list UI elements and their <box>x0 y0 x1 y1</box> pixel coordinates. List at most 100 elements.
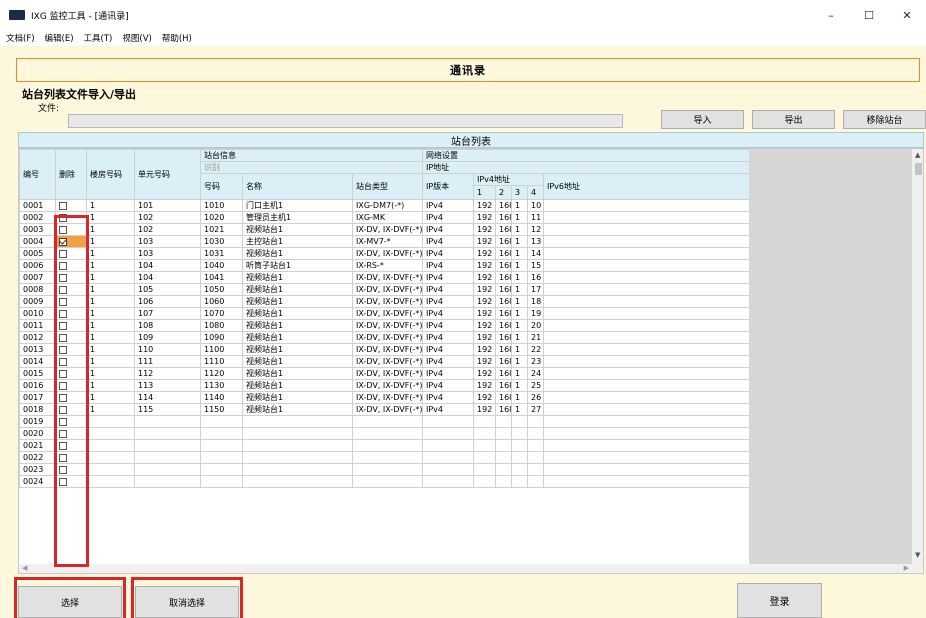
cell-delete[interactable] <box>55 283 87 296</box>
table-row[interactable]: 0010 1 107 1070 视频站台1 IX-DV, IX-DVF(-*) IPv4 19… <box>19 307 750 320</box>
table-row[interactable]: 0023 <box>19 463 750 476</box>
delete-checkbox[interactable] <box>59 285 67 294</box>
cell-delete[interactable] <box>55 391 87 404</box>
delete-checkbox[interactable] <box>59 261 67 270</box>
table-row[interactable]: 0013 1 110 1100 视频站台1 IX-DV, IX-DVF(-*) IPv4 19… <box>19 343 750 356</box>
cell-delete[interactable] <box>55 343 87 356</box>
delete-checkbox[interactable] <box>59 465 67 474</box>
table-row[interactable]: 0014 1 111 1110 视频站台1 IX-DV, IX-DVF(-*) IPv4 19… <box>19 355 750 368</box>
header-ip-version: IP版本 <box>422 173 474 200</box>
delete-checkbox[interactable] <box>59 405 67 414</box>
cell-octet-2 <box>495 439 512 452</box>
cell-delete[interactable] <box>55 271 87 284</box>
table-row[interactable]: 0018 1 115 1150 视频站台1 IX-DV, IX-DVF(-*) IPv4 19… <box>19 403 750 416</box>
cell-delete[interactable] <box>55 439 87 452</box>
menu-help[interactable]: 帮助(H) <box>162 32 192 44</box>
menu-view[interactable]: 视图(V) <box>122 32 151 44</box>
cell-number: 0023 <box>19 463 56 476</box>
cell-delete[interactable] <box>55 403 87 416</box>
cell-unit: 107 <box>134 307 201 320</box>
delete-checkbox[interactable] <box>59 273 67 282</box>
table-row[interactable]: 0009 1 106 1060 视频站台1 IX-DV, IX-DVF(-*) IPv4 19… <box>19 295 750 308</box>
cell-delete[interactable] <box>55 295 87 308</box>
cell-delete[interactable] <box>55 367 87 380</box>
delete-checkbox[interactable] <box>59 345 67 354</box>
table-row[interactable]: 0008 1 105 1050 视频站台1 IX-DV, IX-DVF(-*) IPv4 19… <box>19 283 750 296</box>
cell-delete[interactable] <box>55 331 87 344</box>
cell-delete[interactable] <box>55 211 87 224</box>
select-button[interactable]: 选择 <box>18 586 122 618</box>
cell-type: IX-DV, IX-DVF(-*) <box>352 343 423 356</box>
delete-checkbox[interactable] <box>59 441 67 450</box>
delete-checkbox[interactable] <box>59 453 67 462</box>
delete-checkbox[interactable] <box>59 297 67 306</box>
table-row[interactable]: 0017 1 114 1140 视频站台1 IX-DV, IX-DVF(-*) IPv4 19… <box>19 391 750 404</box>
login-button[interactable]: 登录 <box>737 583 822 618</box>
cell-delete[interactable] <box>55 475 87 488</box>
cell-delete[interactable] <box>55 223 87 236</box>
cell-delete[interactable] <box>55 307 87 320</box>
delete-checkbox[interactable] <box>59 381 67 390</box>
cell-delete[interactable] <box>55 319 87 332</box>
cell-delete[interactable] <box>55 463 87 476</box>
table-row[interactable]: 0020 <box>19 427 750 440</box>
table-row[interactable]: 0015 1 112 1120 视频站台1 IX-DV, IX-DVF(-*) IPv4 19… <box>19 367 750 380</box>
table-row[interactable]: 0019 <box>19 415 750 428</box>
delete-checkbox[interactable] <box>59 369 67 378</box>
delete-checkbox[interactable] <box>59 321 67 330</box>
file-path-input[interactable] <box>68 114 623 128</box>
cell-delete[interactable] <box>55 427 87 440</box>
delete-checkbox[interactable] <box>59 357 67 366</box>
cell-delete[interactable] <box>55 259 87 272</box>
table-row[interactable]: 0022 <box>19 451 750 464</box>
delete-checkbox[interactable] <box>59 249 67 258</box>
delete-checkbox[interactable] <box>59 393 67 402</box>
cell-delete[interactable] <box>55 379 87 392</box>
delete-checkbox[interactable] <box>59 477 67 486</box>
table-row[interactable]: 0016 1 113 1130 视频站台1 IX-DV, IX-DVF(-*) IPv4 19… <box>19 379 750 392</box>
cell-delete[interactable] <box>55 415 87 428</box>
table-row[interactable]: 0021 <box>19 439 750 452</box>
delete-checkbox[interactable] <box>59 225 67 234</box>
delete-checkbox[interactable] <box>59 237 67 246</box>
close-button[interactable]: ✕ <box>888 0 926 30</box>
table-row[interactable]: 000411031030主控站台1IX-MV7-*IPv4192168113 <box>19 235 750 248</box>
deselect-button[interactable]: 取消选择 <box>135 586 239 618</box>
table-row[interactable]: 0012 1 109 1090 视频站台1 IX-DV, IX-DVF(-*) IPv4 19… <box>19 331 750 344</box>
scroll-right-icon[interactable]: ▶ <box>904 564 909 572</box>
cell-delete[interactable] <box>55 355 87 368</box>
scroll-left-icon[interactable]: ◀ <box>22 564 27 572</box>
table-row[interactable]: 0005 1 103 1031 视频站台1 IX-DV, IX-DVF(-*) IPv4 19… <box>19 247 750 260</box>
delete-checkbox[interactable] <box>59 213 67 222</box>
delete-checkbox[interactable] <box>59 201 67 210</box>
horizontal-scrollbar[interactable]: ◀ ▶ <box>19 564 912 573</box>
delete-checkbox[interactable] <box>59 417 67 426</box>
cell-octet-4: 26 <box>527 391 544 404</box>
cell-delete[interactable] <box>55 247 87 260</box>
menu-edit[interactable]: 编辑(E) <box>45 32 74 44</box>
delete-checkbox[interactable] <box>59 429 67 438</box>
table-row[interactable]: 000211021020管理员主机1IXG-MKIPv4192168111 <box>19 211 750 224</box>
delete-checkbox[interactable] <box>59 333 67 342</box>
scroll-down-icon[interactable]: ▼ <box>915 551 920 559</box>
table-row[interactable]: 0003 1 102 1021 视频站台1 IX-DV, IX-DVF(-*) IPv4 19… <box>19 223 750 236</box>
import-button[interactable]: 导入 <box>661 110 744 129</box>
table-row[interactable]: 0011 1 108 1080 视频站台1 IX-DV, IX-DVF(-*) IPv4 19… <box>19 319 750 332</box>
vertical-scrollbar[interactable]: ▲ ▼ <box>912 149 923 573</box>
menu-file[interactable]: 文档(F) <box>6 32 35 44</box>
minimize-button[interactable]: – <box>812 0 850 30</box>
export-button[interactable]: 导出 <box>752 110 835 129</box>
remove-station-button[interactable]: 移除站台 <box>843 110 926 129</box>
cell-delete[interactable] <box>55 451 87 464</box>
table-row[interactable]: 000111011010门口主机1IXG-DM7(-*)IPv419216811… <box>19 199 750 212</box>
table-row[interactable]: 0007 1 104 1041 视频站台1 IX-DV, IX-DVF(-*) IPv4 19… <box>19 271 750 284</box>
table-row[interactable]: 000611041040听筒子站台1IX-RS-*IPv4192168115 <box>19 259 750 272</box>
maximize-button[interactable]: ☐ <box>850 0 888 30</box>
delete-checkbox[interactable] <box>59 309 67 318</box>
table-row[interactable]: 0024 <box>19 475 750 488</box>
menu-tools[interactable]: 工具(T) <box>84 32 113 44</box>
cell-delete[interactable] <box>55 199 87 212</box>
scroll-up-icon[interactable]: ▲ <box>915 151 920 159</box>
cell-delete[interactable] <box>55 235 87 248</box>
scroll-thumb[interactable] <box>915 163 922 175</box>
